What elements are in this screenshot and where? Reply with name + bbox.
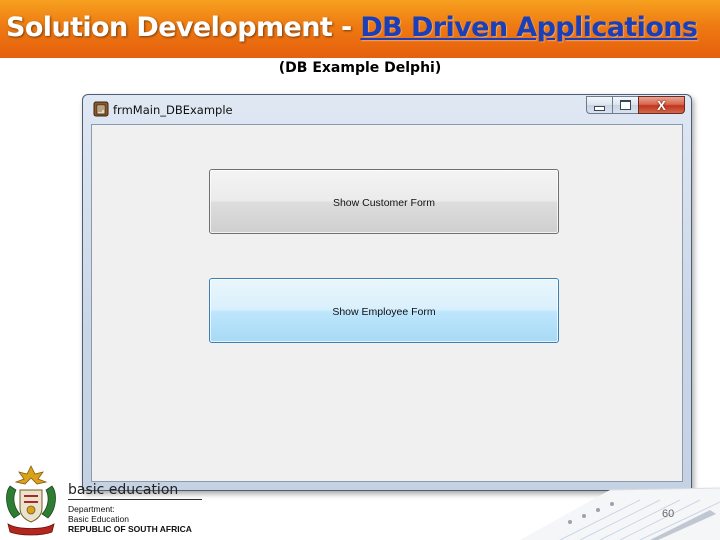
- slide-subtitle: (DB Example Delphi): [278, 60, 442, 76]
- maximize-icon: [620, 100, 631, 110]
- close-icon: X: [657, 97, 666, 113]
- notebook-decoration: [520, 487, 720, 540]
- minimize-icon: [594, 105, 605, 111]
- minimize-button[interactable]: [586, 96, 612, 114]
- caption-buttons: X: [586, 96, 685, 114]
- close-button[interactable]: X: [638, 96, 685, 114]
- app-window: frmMain_DBExample X Show Customer Form S…: [82, 94, 692, 491]
- show-employee-form-label: Show Employee Form: [332, 306, 436, 318]
- logo-wordmark: basic education: [68, 482, 179, 498]
- logo-line-basic-education: Basic Education: [68, 514, 129, 524]
- maximize-button[interactable]: [612, 96, 638, 114]
- title-banner: Solution Development - DB Driven Applica…: [0, 0, 720, 58]
- slide-title-text: Solution Development -: [6, 12, 361, 43]
- show-customer-form-label: Show Customer Form: [332, 197, 436, 209]
- show-customer-form-button[interactable]: Show Customer Form: [209, 169, 559, 234]
- window-title: frmMain_DBExample: [113, 103, 233, 117]
- slide-title-link[interactable]: DB Driven Applications: [360, 12, 698, 43]
- show-employee-form-button[interactable]: Show Employee Form: [209, 278, 559, 343]
- logo-divider: [68, 499, 202, 500]
- window-titlebar[interactable]: frmMain_DBExample X: [83, 95, 691, 123]
- logo-line-department: Department:: [68, 504, 115, 514]
- logo-line-republic: REPUBLIC OF SOUTH AFRICA: [68, 524, 192, 534]
- delphi-app-icon: [93, 101, 109, 117]
- slide-title: Solution Development - DB Driven Applica…: [6, 12, 698, 43]
- slide-page-number: 60: [662, 508, 675, 520]
- form-client-area: Show Customer Form Show Employee Form: [91, 124, 683, 482]
- coat-of-arms-logo: [6, 465, 56, 536]
